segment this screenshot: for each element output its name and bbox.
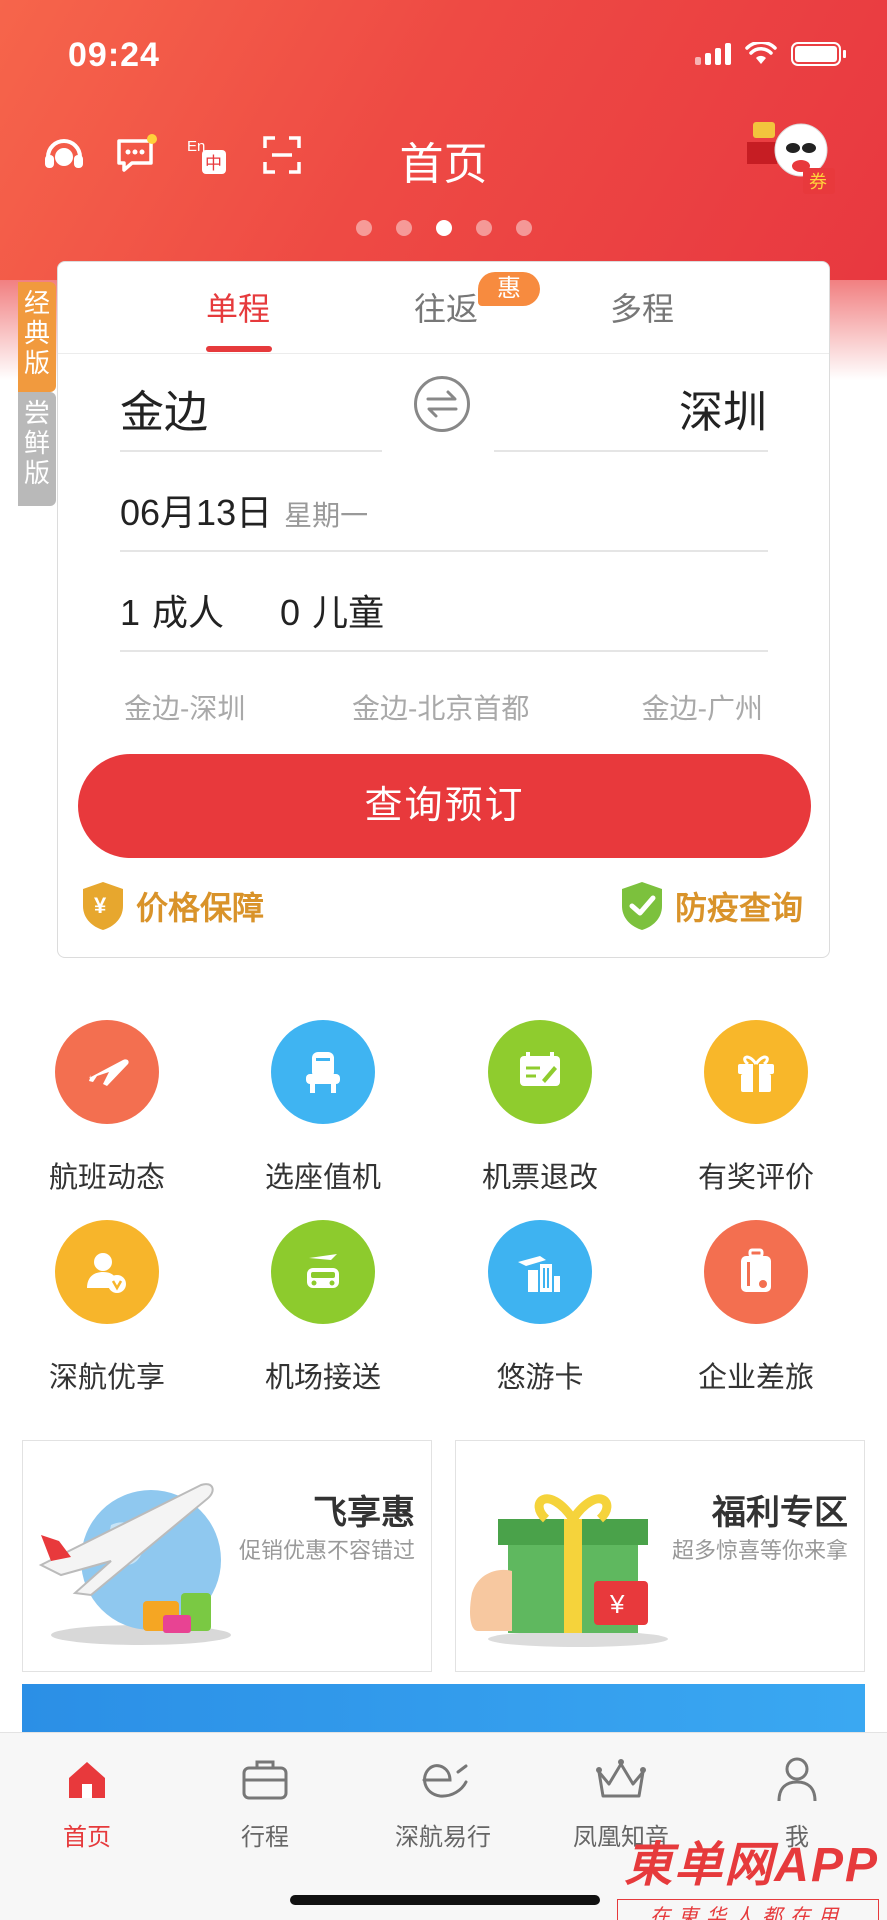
nav-label: 行程 — [241, 1824, 289, 1851]
service-label: 企业差旅 — [697, 1362, 814, 1394]
promo-title: 福利专区 — [712, 1494, 848, 1532]
car-icon — [271, 1220, 375, 1324]
luggage-icon — [704, 1220, 808, 1324]
carousel-indicator — [0, 220, 887, 236]
status-time: 09:24 — [68, 36, 160, 74]
nav-home[interactable]: 首页 — [12, 1751, 162, 1852]
carousel-dot[interactable] — [475, 220, 492, 236]
service-label: 悠游卡 — [496, 1362, 584, 1394]
date-value: 06月13日 — [120, 492, 273, 533]
home-icon — [12, 1751, 162, 1807]
active-tab-indicator — [206, 346, 272, 352]
gift-thumbs-up-illustration: ¥ — [470, 1494, 668, 1647]
signal-icon — [695, 43, 731, 65]
status-indicators — [695, 42, 846, 66]
passenger-selector[interactable]: 1 成人 0 儿童 — [120, 584, 396, 636]
divider — [494, 450, 768, 452]
yen-shield-text: ¥ — [94, 893, 107, 918]
service-flight-status[interactable]: 航班动态 — [17, 1020, 197, 1196]
check-shield-icon — [621, 882, 662, 930]
epidemic-query-label: 防疫查询 — [674, 890, 803, 926]
watermark-title: 東单网APP — [624, 1839, 879, 1892]
airplane-globe-illustration — [38, 1483, 231, 1645]
divider — [120, 650, 768, 652]
plane-icon — [55, 1020, 159, 1124]
promo-subtitle: 促销优惠不容错过 — [238, 1538, 415, 1563]
service-business-travel[interactable]: 企业差旅 — [666, 1220, 846, 1396]
carousel-dot[interactable] — [515, 220, 532, 236]
departure-date[interactable]: 06月13日 星期一 — [120, 484, 368, 536]
vip-user-icon — [55, 1220, 159, 1324]
tab-multi-city[interactable]: 多程 — [610, 284, 674, 330]
service-premium[interactable]: 深航优享 — [17, 1220, 197, 1396]
carousel-dot[interactable] — [355, 220, 372, 236]
service-label: 机场接送 — [264, 1362, 381, 1394]
gift-box-icon — [704, 1020, 808, 1124]
child-count: 0 — [280, 592, 301, 633]
tab-one-way[interactable]: 单程 — [206, 284, 270, 330]
yen-shield-icon: ¥ — [83, 882, 123, 930]
battery-icon — [791, 42, 846, 66]
service-seat-checkin[interactable]: 选座值机 — [233, 1020, 413, 1196]
swirl-e-icon — [368, 1751, 518, 1807]
mascot-coupon-text: 券 — [809, 172, 827, 193]
recent-route-1[interactable]: 金边-深圳 — [124, 687, 245, 727]
home-indicator — [290, 1895, 600, 1905]
swap-cities-icon[interactable] — [414, 376, 470, 432]
service-label: 机票退改 — [481, 1162, 598, 1194]
classic-version-tab[interactable]: 经典版 — [18, 282, 56, 392]
promo-yen-text: ¥ — [609, 1589, 625, 1619]
trip-type-tabs: 单程 往返 惠 多程 — [58, 262, 829, 354]
city-plane-icon — [488, 1220, 592, 1324]
coupon-mascot-icon[interactable]: 券 — [743, 112, 839, 198]
watermark-slogan: 在東华人都在用 — [617, 1899, 879, 1920]
service-rated-review[interactable]: 有奖评价 — [666, 1020, 846, 1196]
service-label: 航班动态 — [48, 1162, 165, 1194]
ticket-edit-icon — [488, 1020, 592, 1124]
service-airport-transfer[interactable]: 机场接送 — [233, 1220, 413, 1396]
wifi-icon — [745, 42, 777, 64]
adult-count: 1 — [120, 592, 141, 633]
tab-round-trip[interactable]: 往返 — [414, 284, 478, 330]
flight-booking-card: 单程 往返 惠 多程 金边 深圳 06月13日 星期一 1 成人 0 儿童 金边-深圳 … — [57, 261, 830, 958]
divider — [120, 450, 382, 452]
promo-title: 飞享惠 — [313, 1494, 415, 1532]
nav-itinerary[interactable]: 行程 — [190, 1751, 340, 1852]
crown-icon — [546, 1751, 696, 1807]
price-guarantee-link[interactable]: ¥ 价格保障 — [80, 880, 264, 932]
service-label: 有奖评价 — [697, 1162, 814, 1194]
service-label: 深航优享 — [48, 1362, 165, 1394]
new-version-tab[interactable]: 尝鲜版 — [18, 392, 56, 506]
promo-subtitle: 超多惊喜等你来拿 — [671, 1538, 848, 1563]
promo-card-welfare-zone[interactable]: ¥ 福利专区 超多惊喜等你来拿 — [455, 1440, 865, 1672]
nav-label: 首页 — [63, 1824, 111, 1851]
weekday-value: 星期一 — [284, 500, 369, 531]
promo-banner[interactable] — [22, 1684, 865, 1736]
discount-badge: 惠 — [478, 272, 540, 306]
seat-icon — [271, 1020, 375, 1124]
profile-icon — [722, 1751, 872, 1807]
epidemic-query-link[interactable]: 防疫查询 — [619, 880, 803, 932]
recent-route-2[interactable]: 金边-北京首都 — [352, 687, 529, 727]
service-label: 选座值机 — [264, 1162, 381, 1194]
divider — [120, 550, 768, 552]
watermark-logo: 東单网APP 在東华人都在用 — [617, 1825, 879, 1920]
adult-label: 成人 — [152, 592, 225, 633]
carousel-dot[interactable] — [395, 220, 412, 236]
search-book-button[interactable]: 查询预订 — [78, 754, 811, 858]
carousel-dot-active[interactable] — [435, 220, 452, 236]
child-label: 儿童 — [312, 592, 385, 633]
departure-city[interactable]: 金边 — [120, 376, 208, 440]
arrival-city[interactable]: 深圳 — [679, 376, 767, 440]
service-travel-card[interactable]: 悠游卡 — [450, 1220, 630, 1396]
recent-route-3[interactable]: 金边-广州 — [642, 687, 763, 727]
nav-shenhang-easy[interactable]: 深航易行 — [368, 1751, 518, 1852]
nav-label: 深航易行 — [395, 1824, 491, 1851]
promo-card-fly-deals[interactable]: 飞享惠 促销优惠不容错过 — [22, 1440, 432, 1672]
price-guarantee-label: 价格保障 — [136, 890, 265, 926]
service-refund-change[interactable]: 机票退改 — [450, 1020, 630, 1196]
briefcase-icon — [190, 1751, 340, 1807]
